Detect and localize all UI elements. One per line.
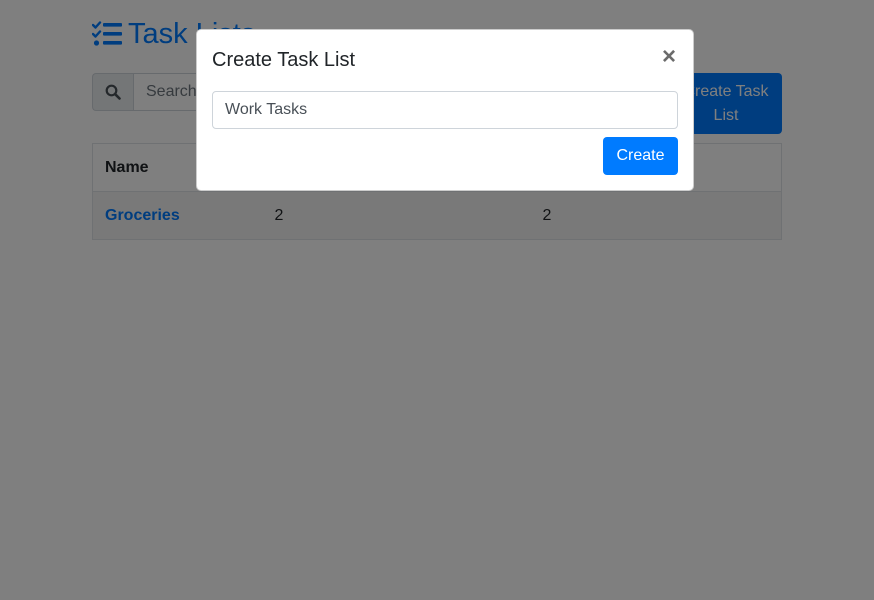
- modal-title: Create Task List: [212, 49, 356, 71]
- create-button[interactable]: Create: [603, 137, 678, 175]
- create-task-list-modal: Create Task List × Create: [196, 29, 694, 191]
- page: Task Lists Create Task List Name: [0, 0, 874, 600]
- task-list-name-input[interactable]: [212, 91, 678, 129]
- close-icon[interactable]: ×: [659, 43, 679, 71]
